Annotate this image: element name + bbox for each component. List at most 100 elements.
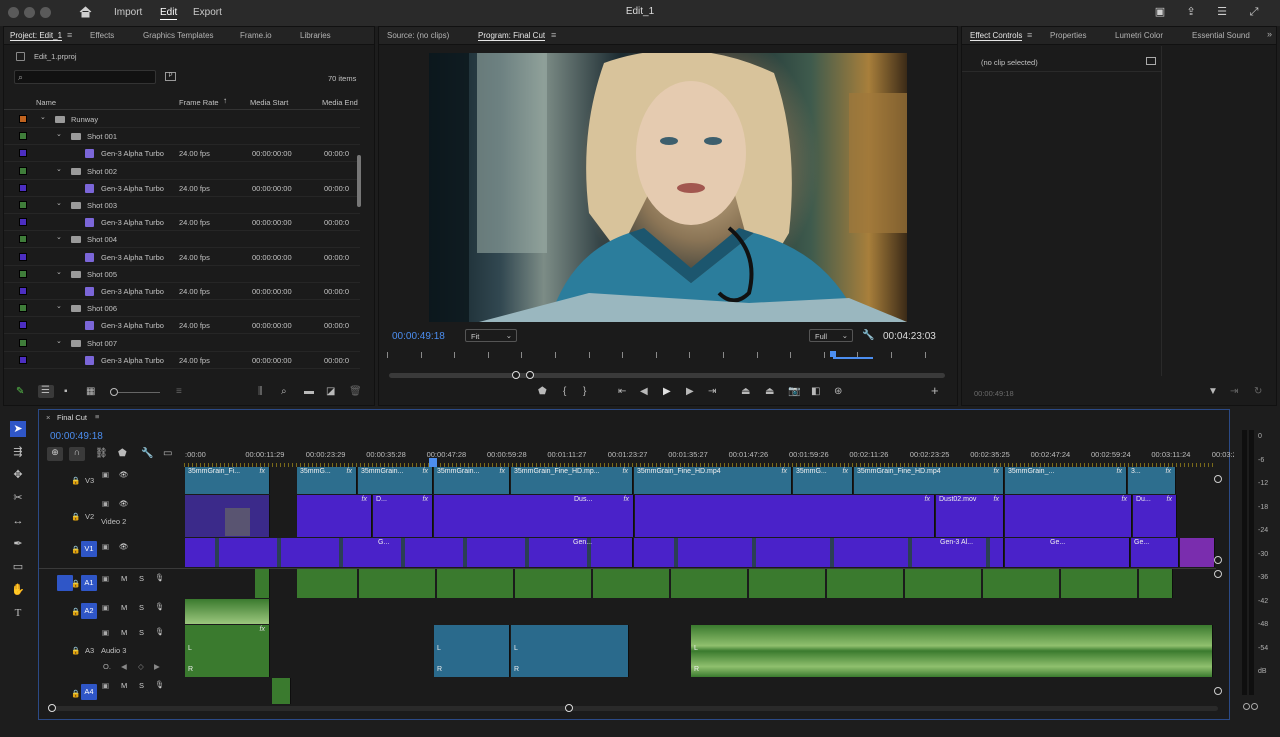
track-a4-badge[interactable]: A4 (81, 684, 97, 700)
monitor-zoom-scrollbar[interactable] (389, 373, 945, 378)
zoom-slider-track[interactable] (118, 392, 160, 393)
label-color-swatch[interactable] (19, 287, 27, 295)
label-color-swatch[interactable] (19, 201, 27, 209)
more-tabs-icon[interactable]: » (1267, 29, 1272, 39)
tab-libraries[interactable]: Libraries (300, 31, 331, 40)
label-color-swatch[interactable] (19, 166, 27, 175)
a1-clip[interactable] (297, 569, 1173, 598)
v1-clip[interactable] (1180, 538, 1215, 567)
track-lock-icon[interactable]: 🔒 (71, 545, 80, 554)
v3-clip[interactable]: 35mmG... fx (297, 467, 357, 494)
column-frame-rate[interactable]: Frame Rate (179, 98, 219, 107)
play-icon[interactable]: ▶ (663, 387, 671, 397)
meter-solo-right[interactable] (1251, 703, 1258, 710)
label-color-swatch[interactable] (19, 269, 27, 278)
v1-clip[interactable]: Ge... (1005, 538, 1130, 567)
a3-clip[interactable]: RL (434, 625, 510, 677)
project-clip-row[interactable]: Gen-3 Alpha Turbo 24.00 fps 00:00:00:00 00:… (4, 214, 360, 232)
a4-clip[interactable] (272, 678, 291, 704)
panel-menu-icon[interactable]: ≡ (67, 30, 72, 40)
track-lock-icon[interactable]: 🔒 (71, 579, 80, 588)
microphone-icon[interactable]: 🎙 (155, 680, 165, 689)
label-color-swatch[interactable] (19, 149, 27, 158)
project-bin-row[interactable]: ⌄ Shot 005 (4, 266, 360, 283)
tab-essential-sound[interactable]: Essential Sound (1192, 31, 1250, 40)
chevron-down-icon[interactable]: ⌄ (56, 131, 62, 138)
track-lock-icon[interactable]: 🔒 (71, 689, 80, 698)
show-timeline-icon[interactable] (1146, 57, 1156, 65)
v1-clip[interactable]: Gen-3 Al... (634, 538, 1004, 567)
track-lock-icon[interactable]: 🔒 (71, 512, 80, 521)
comparison-view-icon[interactable]: ◧ (811, 387, 820, 397)
selection-tool-icon[interactable]: ➤ (10, 421, 26, 437)
tab-properties[interactable]: Properties (1050, 31, 1086, 40)
eye-icon[interactable]: 👁 (119, 542, 129, 551)
slip-tool-icon[interactable]: ↔ (10, 513, 26, 529)
audio-vertical-scroll-top[interactable] (1214, 570, 1222, 578)
a2-clip[interactable] (185, 599, 270, 624)
chevron-down-icon[interactable]: ⌄ (56, 234, 62, 241)
label-color-swatch[interactable] (19, 218, 27, 227)
column-name[interactable]: Name (36, 98, 56, 107)
proxy-toggle-icon[interactable]: ⊛ (834, 387, 842, 397)
mute-button[interactable]: M (121, 628, 127, 637)
panel-menu-icon[interactable]: ≡ (1027, 30, 1032, 40)
trash-icon[interactable]: 🗑 (349, 387, 362, 397)
chevron-down-icon[interactable]: ⌄ (56, 338, 62, 345)
timeline-settings-wrench-icon[interactable]: 🔧 (141, 449, 153, 459)
project-bin-row[interactable]: ⌄ Runway (4, 111, 360, 128)
v3-clip[interactable]: 35mmGrain... fx (358, 467, 433, 494)
tab-frameio[interactable]: Frame.io (240, 31, 272, 40)
timeline-scroll-handle-right[interactable] (565, 704, 573, 712)
new-item-icon[interactable]: ◪ (326, 387, 335, 397)
project-clip-row[interactable]: Gen-3 Alpha Turbo 24.00 fps 00:00:00:00 00:… (4, 317, 360, 335)
timeline-playhead-handle[interactable] (429, 458, 437, 467)
project-bin-row[interactable]: ⌄ Shot 001 (4, 128, 360, 146)
track-v1-badge[interactable]: V1 (81, 541, 97, 557)
solo-button[interactable]: S (139, 681, 144, 690)
v3-clip[interactable]: 35mmGrain_Fi... fx (185, 467, 270, 494)
close-sequence-icon[interactable]: × (46, 413, 50, 422)
solo-button[interactable]: S (139, 603, 144, 612)
project-list-scrollbar[interactable] (357, 155, 361, 207)
list-view-button[interactable]: ☰ (38, 385, 54, 398)
a1-clip[interactable] (255, 569, 270, 598)
share-icon[interactable]: ⇪ (1185, 6, 1197, 18)
chevron-down-icon[interactable]: ⌄ (56, 166, 62, 173)
program-current-time[interactable]: 00:00:49:18 (392, 331, 445, 342)
go-to-in-icon[interactable]: ⇤ (618, 387, 626, 397)
icon-view-icon[interactable]: ▪ (64, 387, 68, 397)
type-tool-icon[interactable]: T (10, 605, 26, 621)
eye-icon[interactable]: 👁 (119, 470, 129, 479)
new-bin-from-search-icon[interactable]: P (165, 72, 176, 81)
sort-icons-icon[interactable]: ≡ (176, 387, 182, 397)
track-lock-icon[interactable]: 🔒 (71, 607, 80, 616)
v1-clip[interactable]: Ge... (1131, 538, 1179, 567)
new-bin-icon[interactable]: ▬ (304, 387, 314, 397)
label-color-swatch[interactable] (19, 132, 27, 141)
timeline-horizontal-scrollbar[interactable] (48, 706, 1218, 711)
label-color-swatch[interactable] (19, 338, 27, 347)
sync-lock-icon[interactable]: ▣ (102, 603, 109, 612)
razor-tool-icon[interactable]: ✂ (10, 490, 26, 506)
label-color-swatch[interactable] (19, 235, 27, 244)
search-input[interactable]: ⌕ (14, 70, 156, 84)
track-volume-knob-icon[interactable]: O. (103, 662, 111, 671)
tab-effect-controls[interactable]: Effect Controls (970, 31, 1023, 41)
chevron-down-icon[interactable]: ⌄ (40, 114, 46, 121)
sync-lock-icon[interactable]: ▣ (102, 542, 109, 551)
track-a2-badge[interactable]: A2 (81, 603, 97, 619)
track-lock-icon[interactable]: 🔒 (71, 646, 80, 655)
chevron-down-icon[interactable]: ⌄ (56, 303, 62, 310)
v2-clip[interactable]: fx (635, 495, 935, 537)
monitor-zoom-handle-right[interactable] (526, 371, 534, 379)
chevron-down-icon[interactable]: ⌄ (56, 200, 62, 207)
go-to-out-icon[interactable]: ⇥ (708, 387, 716, 397)
v2-clip[interactable]: Dust02.mov fx (936, 495, 1004, 537)
mark-out-icon[interactable]: } (583, 387, 586, 397)
panel-menu-icon[interactable]: ≡ (551, 30, 556, 40)
meter-solo-left[interactable] (1243, 703, 1250, 710)
linked-selection-icon[interactable]: ⛓ (95, 449, 108, 459)
play-audio-icon[interactable]: ⇥ (1230, 387, 1238, 397)
v2-clip[interactable]: Du... fx (1133, 495, 1177, 537)
